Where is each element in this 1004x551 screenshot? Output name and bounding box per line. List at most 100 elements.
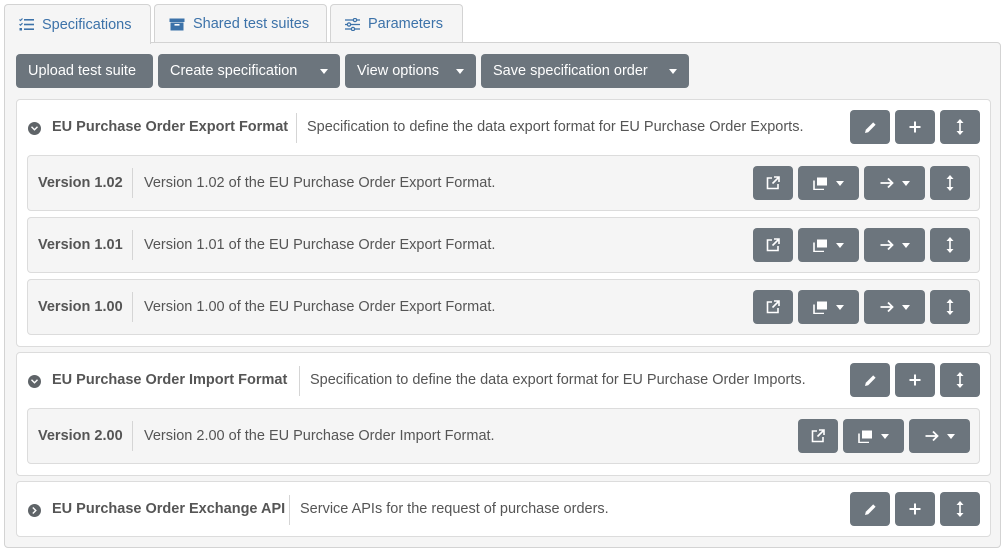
add-version-button[interactable] bbox=[895, 110, 935, 144]
arrows-vertical-icon bbox=[946, 175, 954, 191]
chevron-down-icon bbox=[836, 180, 844, 186]
divider bbox=[289, 495, 290, 525]
version-description: Version 1.01 of the EU Purchase Order Ex… bbox=[144, 237, 496, 253]
reorder-handle-button[interactable] bbox=[940, 363, 980, 397]
version-row: Version 1.01 Version 1.01 of the EU Purc… bbox=[27, 217, 980, 273]
pencil-icon bbox=[864, 121, 876, 133]
chevron-down-icon bbox=[836, 304, 844, 310]
divider bbox=[296, 113, 297, 143]
reorder-handle-button[interactable] bbox=[940, 110, 980, 144]
specification-description: Specification to define the data export … bbox=[310, 372, 806, 388]
specification-title: EU Purchase Order Export Format bbox=[52, 119, 289, 135]
chevron-down-icon bbox=[901, 304, 910, 310]
version-title: Version 2.00 bbox=[38, 428, 123, 444]
version-title: Version 1.01 bbox=[38, 237, 123, 253]
expand-toggle-icon[interactable] bbox=[28, 504, 41, 517]
tab-label: Shared test suites bbox=[193, 16, 310, 32]
open-version-button[interactable] bbox=[753, 228, 793, 262]
divider bbox=[132, 168, 133, 198]
specification-header[interactable]: EU Purchase Order Import Format Specific… bbox=[17, 353, 990, 409]
reorder-handle-button[interactable] bbox=[930, 228, 970, 262]
chevron-down-icon bbox=[946, 433, 955, 439]
move-version-button[interactable] bbox=[864, 228, 925, 262]
toolbar: Upload test suite Create specification V… bbox=[16, 54, 689, 88]
move-version-button[interactable] bbox=[909, 419, 970, 453]
tab-parameters[interactable]: Parameters bbox=[330, 4, 463, 43]
pencil-icon bbox=[864, 374, 876, 386]
copy-icon bbox=[813, 177, 827, 190]
copy-version-button[interactable] bbox=[798, 166, 859, 200]
version-description: Version 1.02 of the EU Purchase Order Ex… bbox=[144, 175, 496, 191]
plus-icon bbox=[909, 374, 921, 386]
arrows-vertical-icon bbox=[956, 501, 964, 517]
save-specification-order-button[interactable]: Save specification order bbox=[481, 54, 689, 88]
specification-card: EU Purchase Order Export Format Specific… bbox=[16, 99, 991, 347]
edit-specification-button[interactable] bbox=[850, 492, 890, 526]
reorder-handle-button[interactable] bbox=[930, 166, 970, 200]
copy-version-button[interactable] bbox=[798, 228, 859, 262]
arrows-vertical-icon bbox=[956, 372, 964, 388]
tab-shared-test-suites[interactable]: Shared test suites bbox=[154, 4, 327, 43]
open-version-button[interactable] bbox=[753, 290, 793, 324]
specifications-panel: Upload test suite Create specification V… bbox=[4, 42, 1001, 548]
reorder-handle-button[interactable] bbox=[930, 290, 970, 324]
specification-header[interactable]: EU Purchase Order Export Format Specific… bbox=[17, 100, 990, 156]
chevron-down-icon bbox=[901, 242, 910, 248]
copy-version-button[interactable] bbox=[843, 419, 904, 453]
arrow-right-icon bbox=[880, 239, 894, 251]
move-version-button[interactable] bbox=[864, 166, 925, 200]
copy-icon bbox=[813, 239, 827, 252]
copy-version-button[interactable] bbox=[798, 290, 859, 324]
open-version-button[interactable] bbox=[753, 166, 793, 200]
arrows-vertical-icon bbox=[946, 299, 954, 315]
add-version-button[interactable] bbox=[895, 492, 935, 526]
arrow-right-icon bbox=[880, 301, 894, 313]
specification-description: Specification to define the data export … bbox=[307, 119, 804, 135]
arrow-right-icon bbox=[925, 430, 939, 442]
create-specification-button[interactable]: Create specification bbox=[158, 54, 340, 88]
collapse-toggle-icon[interactable] bbox=[28, 122, 41, 135]
sliders-icon bbox=[345, 17, 360, 31]
tab-specifications[interactable]: Specifications bbox=[4, 4, 151, 44]
save-order-label: Save specification order bbox=[493, 63, 648, 79]
chevron-down-icon bbox=[901, 180, 910, 186]
version-row: Version 1.02 Version 1.02 of the EU Purc… bbox=[27, 155, 980, 211]
view-options-button[interactable]: View options bbox=[345, 54, 476, 88]
specification-title: EU Purchase Order Import Format bbox=[52, 372, 288, 388]
version-description: Version 1.00 of the EU Purchase Order Ex… bbox=[144, 299, 496, 315]
specification-card: EU Purchase Order Import Format Specific… bbox=[16, 352, 991, 476]
specification-header[interactable]: EU Purchase Order Exchange API Service A… bbox=[17, 482, 990, 538]
copy-icon bbox=[813, 301, 827, 314]
external-link-icon bbox=[766, 300, 780, 314]
arrow-right-icon bbox=[880, 177, 894, 189]
version-title: Version 1.00 bbox=[38, 299, 123, 315]
version-row: Version 1.00 Version 1.00 of the EU Purc… bbox=[27, 279, 980, 335]
tab-label: Parameters bbox=[368, 16, 443, 32]
external-link-icon bbox=[766, 238, 780, 252]
reorder-handle-button[interactable] bbox=[940, 492, 980, 526]
version-description: Version 2.00 of the EU Purchase Order Im… bbox=[144, 428, 495, 444]
view-options-label: View options bbox=[357, 63, 439, 79]
collapse-toggle-icon[interactable] bbox=[28, 375, 41, 388]
archive-box-icon bbox=[169, 18, 185, 30]
version-title: Version 1.02 bbox=[38, 175, 123, 191]
add-version-button[interactable] bbox=[895, 363, 935, 397]
open-version-button[interactable] bbox=[798, 419, 838, 453]
move-version-button[interactable] bbox=[864, 290, 925, 324]
upload-test-suite-button[interactable]: Upload test suite bbox=[16, 54, 153, 88]
list-check-icon bbox=[19, 18, 34, 31]
chevron-down-icon bbox=[669, 68, 677, 74]
plus-icon bbox=[909, 503, 921, 515]
edit-specification-button[interactable] bbox=[850, 363, 890, 397]
chevron-down-icon bbox=[456, 68, 464, 74]
pencil-icon bbox=[864, 503, 876, 515]
external-link-icon bbox=[766, 176, 780, 190]
external-link-icon bbox=[811, 429, 825, 443]
arrows-vertical-icon bbox=[956, 119, 964, 135]
chevron-down-icon bbox=[320, 68, 328, 74]
divider bbox=[132, 421, 133, 451]
edit-specification-button[interactable] bbox=[850, 110, 890, 144]
tab-label: Specifications bbox=[42, 16, 132, 33]
create-specification-label: Create specification bbox=[170, 63, 298, 79]
arrows-vertical-icon bbox=[946, 237, 954, 253]
